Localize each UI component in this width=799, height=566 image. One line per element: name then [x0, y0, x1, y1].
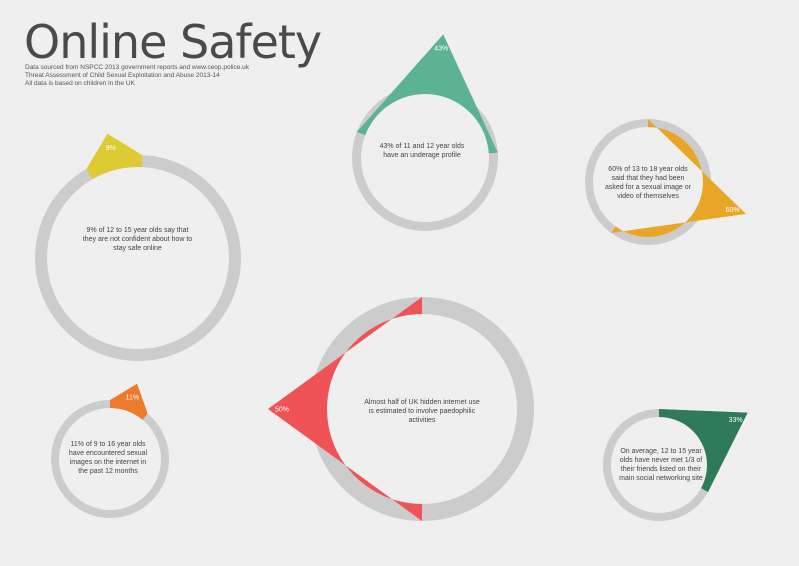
stat-text-sexual-content: 11% of 9 to 16 year olds have encountere…: [68, 441, 148, 475]
stat-text-sexual-image: 60% of 13 to 18 year olds said that they…: [605, 166, 691, 200]
percent-label: 43%: [434, 46, 448, 53]
stat-text-confidence: 9% of 12 to 15 year olds say that they a…: [82, 227, 193, 252]
value-segment: [86, 133, 143, 180]
track-ring: [35, 155, 241, 361]
percent-label: 33%: [729, 417, 743, 424]
donut-underage-profile: 43%: [352, 34, 498, 231]
percent-label: 9%: [106, 145, 116, 152]
value-segment: [110, 383, 148, 420]
percent-label: 50%: [275, 407, 289, 414]
stat-text-hidden-internet: Almost half of UK hidden internet use is…: [364, 399, 480, 424]
value-segment: [356, 34, 498, 154]
stat-text-underage-profile: 43% of 11 and 12 year olds have an under…: [379, 143, 465, 159]
stat-text-friends: On average, 12 to 15 year olds have neve…: [619, 448, 703, 482]
percent-label: 11%: [126, 394, 140, 401]
percent-label: 60%: [726, 207, 740, 214]
